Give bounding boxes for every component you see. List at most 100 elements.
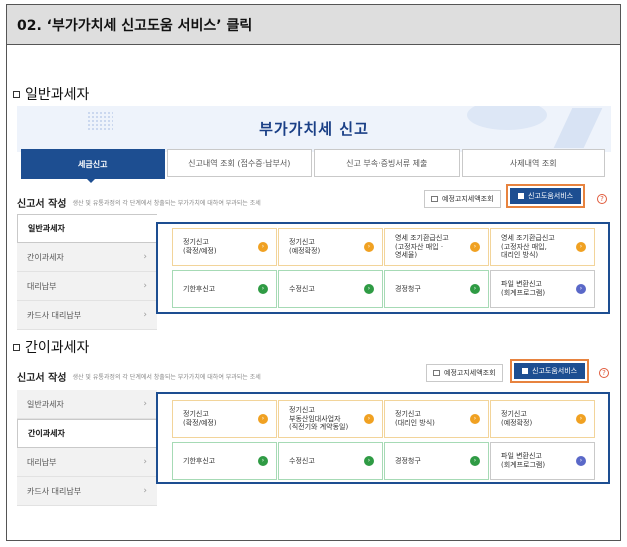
arrow-right-icon: › [258, 242, 268, 252]
tax-inquiry-label: 예정고지세액조회 [442, 195, 494, 203]
tax-inquiry-button[interactable]: 예정고지세액조회 [424, 190, 501, 208]
section-label-text: 간이과세자 [25, 340, 90, 356]
filing-option-card[interactable]: 기한후신고 › [172, 442, 277, 480]
section-label-simplified: 간이과세자 [13, 337, 89, 357]
filing-options-grid: 정기신고 (확정/예정) › 정기신고 부동산임대사업자 (직전기와 계약동일)… [156, 392, 610, 484]
sidebar-item-label: 일반과세자 [28, 224, 65, 233]
filing-option-card[interactable]: 정기신고 (예정확정) › [490, 400, 595, 438]
arrow-right-icon: › [364, 284, 374, 294]
tab-facts-inquiry[interactable]: 사제내역 조회 [461, 149, 605, 177]
filing-option-card[interactable]: 정기신고 부동산임대사업자 (직전기와 계약동일) › [278, 400, 383, 438]
filing-option-card[interactable]: 영세 조기환급신고 (고정자산 매입 · 영세율) › [384, 228, 489, 266]
sidebar-item-card-proxy[interactable]: 카드사 대리납부 › [17, 477, 157, 506]
filing-option-card[interactable]: 경정청구 › [384, 270, 489, 308]
card-label: 정기신고 (대리인 방식) [395, 410, 435, 427]
book-icon [518, 193, 524, 199]
section-label-general: 일반과세자 [13, 84, 89, 104]
filing-help-service-button[interactable]: 신고도움서비스 [510, 188, 582, 204]
arrow-right-icon: › [576, 414, 586, 424]
card-label: 수정신고 [289, 284, 315, 293]
tab-bar: 세금신고 신고내역 조회 (접수증·납부서) 신고 부속·증빙서류 제출 사제내… [21, 149, 607, 179]
sidebar-item-proxy[interactable]: 대리납부 › [17, 448, 157, 477]
arrow-right-icon: › [364, 456, 374, 466]
help-question-icon[interactable]: ? [599, 368, 609, 378]
filing-option-card[interactable]: 정기신고 (확정/예정) › [172, 228, 277, 266]
arrow-right-icon: › [364, 242, 374, 252]
sidebar-item-card-proxy[interactable]: 카드사 대리납부 › [17, 301, 157, 330]
chevron-right-icon: › [143, 486, 147, 496]
checkbox-square-icon [13, 90, 20, 98]
arrow-right-icon: › [258, 284, 268, 294]
arrow-right-icon: › [258, 414, 268, 424]
help-question-icon[interactable]: ? [597, 194, 607, 204]
card-label: 영세 조기환급신고 (고정자산 매입, 대리인 방식) [501, 233, 555, 260]
help-button-highlight: 신고도움서비스 [510, 359, 590, 383]
chevron-right-icon: › [143, 457, 147, 467]
chevron-right-icon: › [143, 399, 147, 409]
filing-option-card[interactable]: 정기신고 (예정확정) › [278, 228, 383, 266]
tab-attachments[interactable]: 신고 부속·증빙서류 제출 [314, 149, 460, 177]
write-title: 신고서 작성 [17, 198, 67, 210]
card-label: 파일 변환신고 (회계프로그램) [501, 452, 546, 469]
filing-help-service-button[interactable]: 신고도움서비스 [514, 363, 586, 379]
arrow-right-icon: › [470, 414, 480, 424]
card-label: 수정신고 [289, 456, 315, 465]
help-button-label: 신고도움서비스 [528, 192, 574, 200]
filing-option-card[interactable]: 기한후신고 › [172, 270, 277, 308]
sidebar-item-simplified[interactable]: 간이과세자 [17, 419, 157, 448]
sidebar-item-label: 카드사 대리납부 [27, 310, 82, 320]
write-description: 생산 및 유통과정의 각 단계에서 창출되는 부가가치에 대하여 부과되는 조세 [72, 373, 261, 381]
filing-option-card[interactable]: 수정신고 › [278, 270, 383, 308]
filing-option-card[interactable]: 정기신고 (확정/예정) › [172, 400, 277, 438]
filing-options-grid: 정기신고 (확정/예정) › 정기신고 (예정확정) › 영세 조기환급신고 (… [156, 222, 610, 314]
chevron-right-icon: › [143, 252, 147, 262]
arrow-right-icon: › [364, 414, 374, 424]
mail-icon [433, 370, 440, 376]
card-label: 정기신고 (예정확정) [501, 410, 533, 427]
sidebar-item-label: 간이과세자 [27, 252, 64, 262]
tax-inquiry-button[interactable]: 예정고지세액조회 [426, 364, 503, 382]
tax-inquiry-label: 예정고지세액조회 [444, 369, 496, 377]
card-label: 파일 변환신고 (회계프로그램) [501, 280, 546, 297]
arrow-right-icon: › [258, 456, 268, 466]
card-label: 정기신고 (예정확정) [289, 238, 321, 255]
book-icon [522, 368, 528, 374]
sidebar-item-proxy[interactable]: 대리납부 › [17, 272, 157, 301]
card-label: 정기신고 (확정/예정) [183, 410, 217, 427]
sidebar-item-label: 대리납부 [27, 457, 57, 467]
chevron-right-icon: › [143, 281, 147, 291]
checkbox-square-icon [13, 343, 20, 351]
card-label: 기한후신고 [183, 456, 216, 465]
sidebar-item-simplified[interactable]: 간이과세자 › [17, 243, 157, 272]
filing-option-card[interactable]: 영세 조기환급신고 (고정자산 매입, 대리인 방식) › [490, 228, 595, 266]
card-label: 정기신고 (확정/예정) [183, 238, 217, 255]
tab-tax-filing[interactable]: 세금신고 [21, 149, 165, 179]
sidebar-item-general[interactable]: 일반과세자 [17, 214, 157, 243]
filing-option-card[interactable]: 경정청구 › [384, 442, 489, 480]
sidebar-item-label: 카드사 대리납부 [27, 486, 82, 496]
page-banner: 부가가치세 신고 [17, 106, 611, 152]
card-label: 정기신고 부동산임대사업자 (직전기와 계약동일) [289, 405, 349, 432]
sidebar-item-label: 대리납부 [27, 281, 57, 291]
active-tab-pointer [86, 178, 96, 183]
filing-option-card[interactable]: 파일 변환신고 (회계프로그램) › [490, 442, 595, 480]
tab-filing-history[interactable]: 신고내역 조회 (접수증·납부서) [166, 149, 312, 177]
taxpayer-type-sidebar: 일반과세자 › 간이과세자 대리납부 › 카드사 대리납부 › [17, 390, 157, 506]
arrow-right-icon: › [576, 456, 586, 466]
filing-option-card[interactable]: 정기신고 (대리인 방식) › [384, 400, 489, 438]
step-header: 02. ‘부가가치세 신고도움 서비스’ 클릭 [7, 5, 620, 45]
sidebar-item-general[interactable]: 일반과세자 › [17, 390, 157, 419]
card-label: 경정청구 [395, 284, 421, 293]
filing-option-card[interactable]: 수정신고 › [278, 442, 383, 480]
mail-icon [431, 196, 438, 202]
write-description: 생산 및 유통과정의 각 단계에서 창출되는 부가가치에 대하여 부과되는 조세 [72, 199, 261, 207]
sidebar-item-label: 일반과세자 [27, 399, 64, 409]
sidebar-item-label: 간이과세자 [28, 429, 65, 438]
card-label: 기한후신고 [183, 284, 216, 293]
page-title: 부가가치세 신고 [259, 120, 369, 138]
filing-option-card[interactable]: 파일 변환신고 (회계프로그램) › [490, 270, 595, 308]
arrow-right-icon: › [470, 242, 480, 252]
taxpayer-type-sidebar: 일반과세자 간이과세자 › 대리납부 › 카드사 대리납부 › [17, 214, 157, 330]
card-label: 경정청구 [395, 456, 421, 465]
help-button-label: 신고도움서비스 [532, 367, 578, 375]
